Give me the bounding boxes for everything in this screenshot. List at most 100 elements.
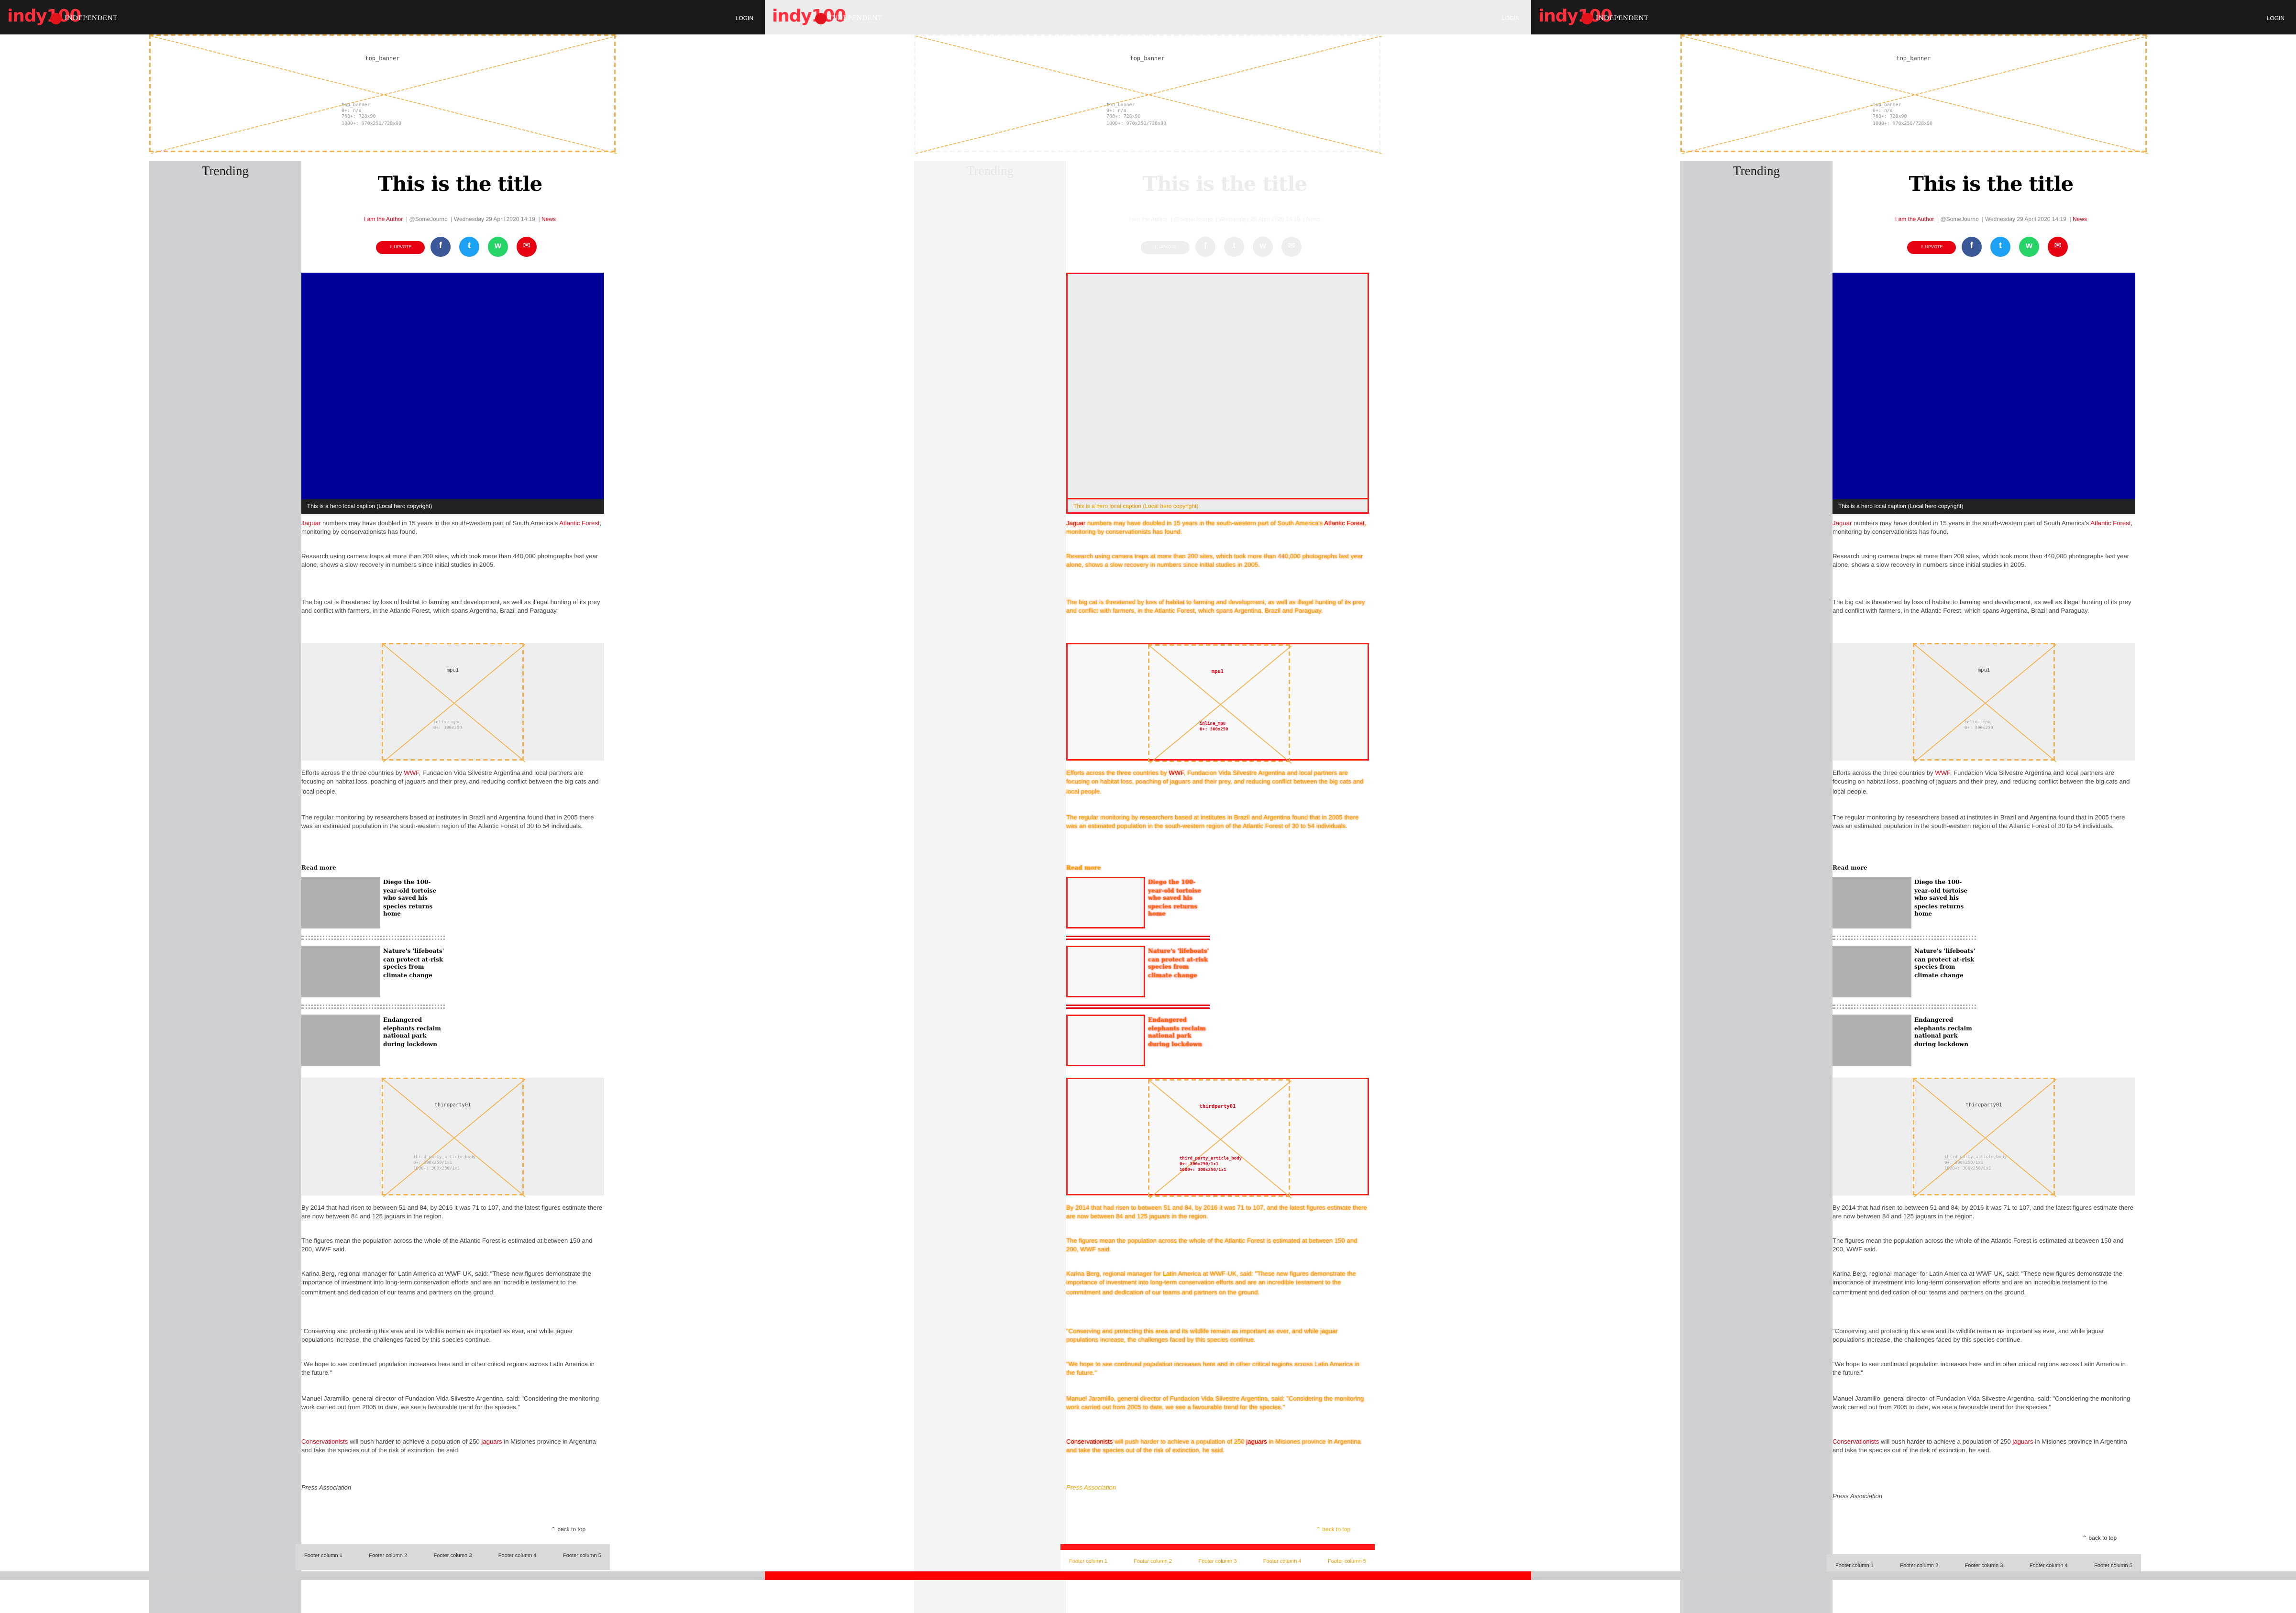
read-more-headline[interactable]: Nature's 'lifeboats' can protect at-risk… [383, 947, 446, 979]
upvote-button[interactable]: ⇧ UPVOTE [1907, 241, 1956, 254]
footer-column-3[interactable]: Footer column 3 [1965, 1563, 2003, 1569]
read-more-item[interactable]: Diego the 100-year-old tortoise who save… [1832, 877, 1976, 931]
paragraph-7: The figures mean the population across t… [1832, 1237, 2124, 1253]
author-handle[interactable]: @SomeJourno [1174, 215, 1213, 222]
section-link[interactable]: News [1306, 215, 1321, 222]
paragraph-9: "Conserving and protecting this area and… [301, 1327, 573, 1344]
author-handle[interactable]: @SomeJourno [1941, 215, 1979, 222]
read-more-thumbnail[interactable] [301, 877, 380, 928]
email-icon[interactable]: ✉ [2048, 237, 2068, 257]
twitter-icon[interactable]: t [1224, 237, 1244, 257]
whatsapp-icon[interactable]: w [2019, 237, 2039, 257]
back-to-top-link[interactable]: ⌃ back to top [551, 1525, 585, 1533]
read-more-headline[interactable]: Diego the 100-year-old tortoise who save… [1148, 878, 1211, 918]
footer-column-5[interactable]: Footer column 5 [563, 1553, 601, 1558]
login-link[interactable]: LOGIN [736, 14, 753, 22]
footer-column-2[interactable]: Footer column 2 [1900, 1563, 1938, 1569]
upvote-button[interactable]: ⇧ UPVOTE [376, 241, 425, 254]
back-to-top-link[interactable]: ⌃ back to top [1316, 1525, 1350, 1533]
conservationists-link[interactable]: Conservationists [1066, 1438, 1113, 1445]
whatsapp-icon[interactable]: w [488, 237, 508, 257]
back-to-top-link[interactable]: ⌃ back to top [2082, 1534, 2117, 1541]
read-more-thumbnail[interactable] [1832, 946, 1911, 997]
section-link[interactable]: News [2073, 215, 2087, 222]
read-more-item[interactable]: Endangered elephants reclaim national pa… [301, 1015, 445, 1069]
read-more-headline[interactable]: Diego the 100-year-old tortoise who save… [383, 878, 446, 918]
read-more-thumbnail[interactable] [1832, 1015, 1911, 1066]
twitter-icon[interactable]: t [459, 237, 479, 257]
author-link[interactable]: I am the Author [364, 215, 403, 222]
author-link[interactable]: I am the Author [1129, 215, 1168, 222]
ad-label: mpu1 [1977, 667, 1990, 673]
read-more-item[interactable]: Diego the 100-year-old tortoise who save… [1066, 877, 1210, 931]
jaguars-link[interactable]: jaguars [1246, 1438, 1267, 1445]
whatsapp-icon[interactable]: w [1253, 237, 1273, 257]
read-more-thumbnail[interactable] [1832, 877, 1911, 928]
author-handle[interactable]: @SomeJourno [409, 215, 448, 222]
wwf-link[interactable]: WWF [1169, 769, 1183, 776]
read-more-thumbnail[interactable] [1066, 946, 1145, 997]
email-icon[interactable]: ✉ [517, 237, 537, 257]
email-icon[interactable]: ✉ [1281, 237, 1302, 257]
upvote-button[interactable]: ⇧ UPVOTE [1141, 241, 1190, 254]
footer-column-5[interactable]: Footer column 5 [1328, 1558, 1366, 1564]
jaguars-link[interactable]: jaguars [481, 1438, 502, 1445]
horizontal-scrollbar[interactable] [765, 1571, 1531, 1580]
facebook-icon[interactable]: f [1195, 237, 1215, 257]
twitter-icon[interactable]: t [1990, 237, 2010, 257]
atlantic-forest-link[interactable]: Atlantic Forest [559, 519, 599, 527]
section-link[interactable]: News [541, 215, 556, 222]
read-more-item[interactable]: Nature's 'lifeboats' can protect at-risk… [1832, 946, 1976, 1000]
read-more-headline[interactable]: Endangered elephants reclaim national pa… [1914, 1016, 1977, 1048]
read-more-item[interactable]: Endangered elephants reclaim national pa… [1832, 1015, 1976, 1069]
login-link[interactable]: LOGIN [2267, 14, 2285, 22]
jaguar-link[interactable]: Jaguar [1832, 519, 1852, 527]
read-more-headline[interactable]: Nature's 'lifeboats' can protect at-risk… [1148, 947, 1211, 979]
footer-column-5[interactable]: Footer column 5 [2094, 1563, 2132, 1569]
read-more-thumbnail[interactable] [301, 946, 380, 997]
author-link[interactable]: I am the Author [1895, 215, 1934, 222]
footer-column-3[interactable]: Footer column 3 [433, 1553, 472, 1558]
read-more-headline[interactable]: Nature's 'lifeboats' can protect at-risk… [1914, 947, 1977, 979]
read-more-headline[interactable]: Endangered elephants reclaim national pa… [383, 1016, 446, 1048]
horizontal-scrollbar[interactable] [0, 1571, 765, 1580]
third-party-ad: thirdparty01 third_party_article_body 0+… [1832, 1078, 2135, 1197]
facebook-icon[interactable]: f [1962, 237, 1982, 257]
divider [301, 1005, 445, 1006]
ad-placeholder [382, 1078, 526, 1197]
footer-column-4[interactable]: Footer column 4 [1263, 1558, 1302, 1564]
wwf-link[interactable]: WWF [1935, 769, 1950, 776]
jaguars-link[interactable]: jaguars [2012, 1438, 2033, 1445]
footer-column-1[interactable]: Footer column 1 [304, 1553, 342, 1558]
footer-column-1[interactable]: Footer column 1 [1835, 1563, 1874, 1569]
footer-column-2[interactable]: Footer column 2 [1134, 1558, 1172, 1564]
footer-column-4[interactable]: Footer column 4 [2030, 1563, 2068, 1569]
placeholder-cross-icon [151, 36, 617, 154]
footer-column-4[interactable]: Footer column 4 [498, 1553, 537, 1558]
press-credit: Press Association [1832, 1492, 1883, 1500]
conservationists-link[interactable]: Conservationists [1832, 1438, 1879, 1445]
read-more-thumbnail[interactable] [1066, 1015, 1145, 1066]
read-more-item[interactable]: Nature's 'lifeboats' can protect at-risk… [301, 946, 445, 1000]
footer-column-3[interactable]: Footer column 3 [1198, 1558, 1236, 1564]
read-more-headline[interactable]: Diego the 100-year-old tortoise who save… [1914, 878, 1977, 918]
wwf-link[interactable]: WWF [404, 769, 419, 776]
read-more-headline[interactable]: Endangered elephants reclaim national pa… [1148, 1016, 1211, 1048]
ad-label: mpu1 [446, 667, 459, 673]
horizontal-scrollbar[interactable] [1531, 1571, 2296, 1580]
read-more-item[interactable]: Endangered elephants reclaim national pa… [1066, 1015, 1210, 1069]
login-link[interactable]: LOGIN [1502, 14, 1520, 22]
jaguar-link[interactable]: Jaguar [301, 519, 320, 527]
footer-column-1[interactable]: Footer column 1 [1069, 1558, 1107, 1564]
facebook-icon[interactable]: f [430, 237, 451, 257]
read-more-thumbnail[interactable] [1066, 877, 1145, 928]
read-more-thumbnail[interactable] [301, 1015, 380, 1066]
placeholder-cross-icon [1914, 1079, 2057, 1197]
footer-column-2[interactable]: Footer column 2 [369, 1553, 407, 1558]
read-more-item[interactable]: Nature's 'lifeboats' can protect at-risk… [1066, 946, 1210, 1000]
atlantic-forest-link[interactable]: Atlantic Forest [2090, 519, 2130, 527]
atlantic-forest-link[interactable]: Atlantic Forest [1324, 519, 1364, 527]
conservationists-link[interactable]: Conservationists [301, 1438, 348, 1445]
read-more-item[interactable]: Diego the 100-year-old tortoise who save… [301, 877, 445, 931]
jaguar-link[interactable]: Jaguar [1066, 519, 1085, 527]
